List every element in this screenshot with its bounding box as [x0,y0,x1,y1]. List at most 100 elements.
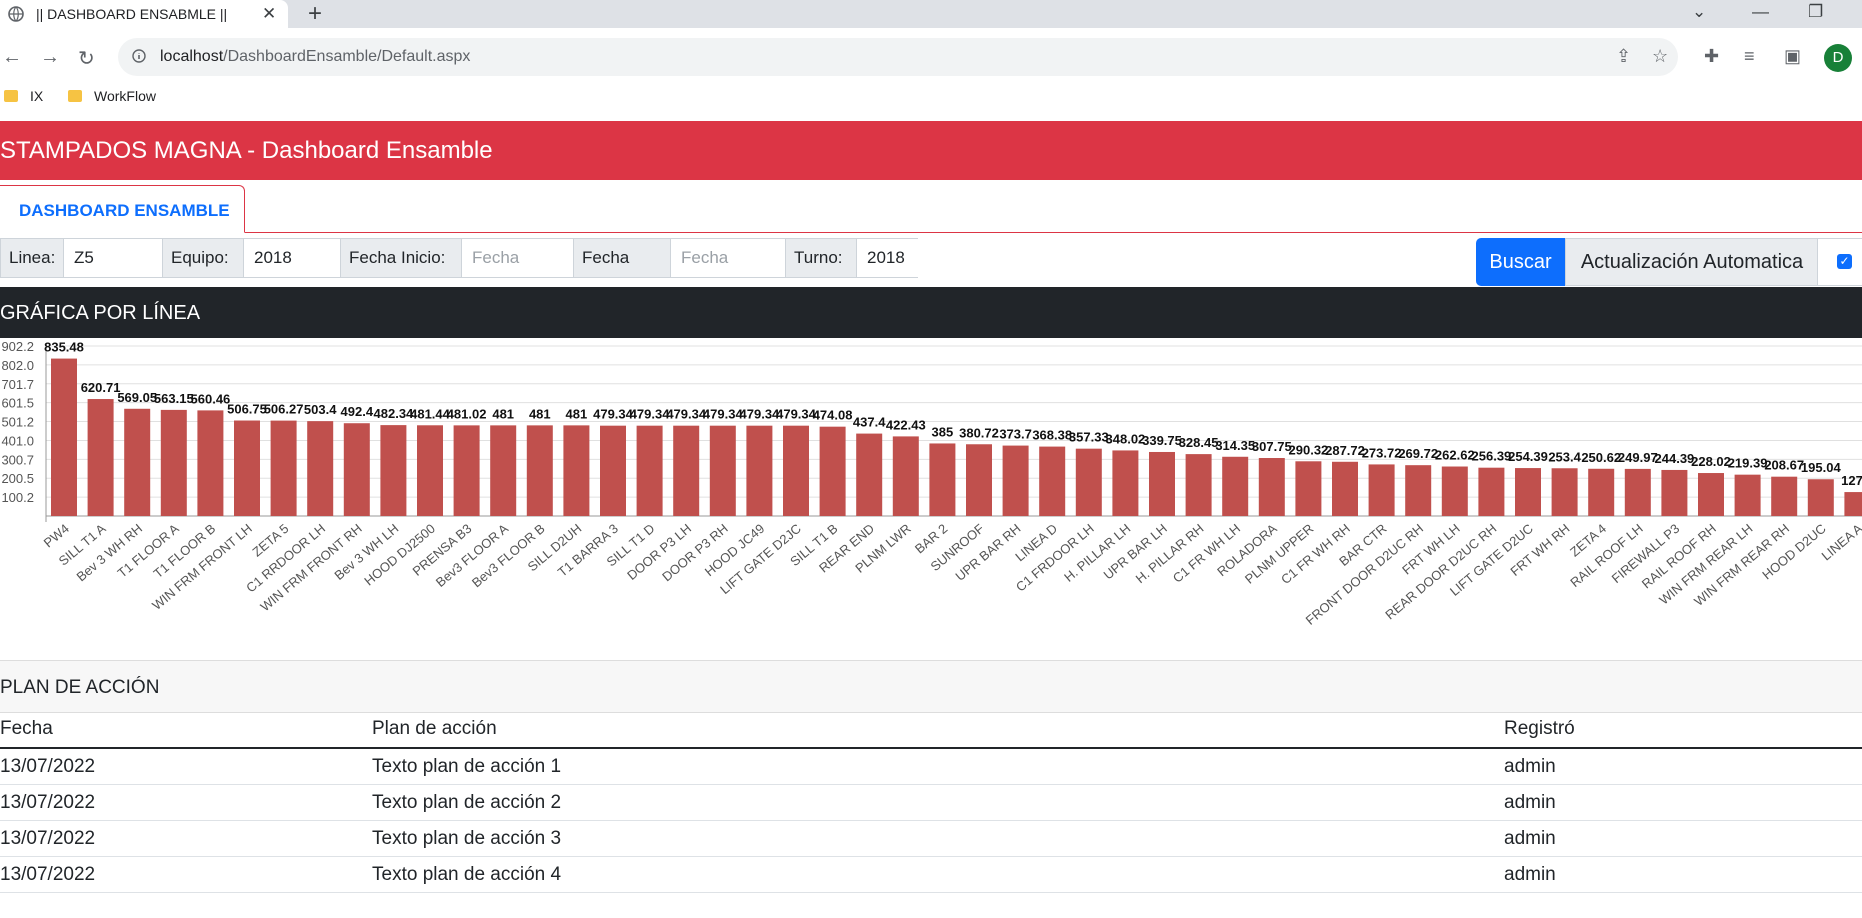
chart-bar [1698,473,1724,516]
data-label: 228.02 [1691,454,1731,469]
data-label: 506.75 [227,402,267,417]
y-tick-label: 701.7 [1,377,34,392]
chart-bar [1222,456,1249,516]
chart-bar [1661,469,1688,516]
chart-bar [1844,492,1862,516]
data-label: 481.44 [410,406,451,421]
chart-bar [1478,467,1505,516]
data-label: 482.34 [374,406,415,421]
chart-bar [270,420,297,516]
cell-registro: admin [1504,856,1862,893]
auto-update-toggle[interactable]: ✓ [1817,238,1862,286]
chart-bar [124,408,151,516]
data-label: 481.02 [447,406,487,421]
bookmark-ix[interactable]: IX [4,88,43,104]
fecha-fin-input[interactable]: Fecha [670,239,787,277]
extensions-icon[interactable]: ✚ [1704,46,1719,67]
bookmark-star-icon[interactable]: ☆ [1652,46,1668,67]
chart-bar [160,409,187,516]
y-tick-label: 802.0 [1,358,34,373]
chart-bar [673,425,700,516]
back-icon[interactable]: ← [2,46,22,69]
data-label: 256.39 [1472,449,1512,464]
table-row[interactable]: 13/07/2022 Texto plan de acción 2 admin [0,784,1862,821]
minimize-icon[interactable]: — [1752,2,1769,22]
fecha-inicio-input[interactable]: Fecha [461,239,575,277]
data-label: 253.4 [1548,449,1581,464]
bookmark-label: IX [30,88,44,104]
forward-icon[interactable]: → [40,46,60,69]
chart-bar [1149,451,1175,516]
avatar[interactable]: D [1824,44,1852,72]
address-bar[interactable]: localhost/DashboardEnsamble/Default.aspx… [118,38,1678,76]
chart-bar [490,425,517,516]
data-label: 307.75 [1252,439,1292,454]
data-label: 835.48 [44,340,84,355]
bookmark-workflow[interactable]: WorkFlow [68,88,156,104]
table-row[interactable]: 13/07/2022 Texto plan de acción 1 admin [0,748,1862,785]
linea-input[interactable]: Z5 [63,239,163,277]
new-tab-icon[interactable]: + [308,0,322,28]
nav-tabs: DASHBOARD ENSAMBLE [0,180,1862,233]
chart-bar [417,425,443,516]
tab-search-icon[interactable]: ⌄ [1692,2,1706,22]
table-row[interactable]: 13/07/2022 Texto plan de acción 4 admin [0,856,1862,893]
chart-bar [380,425,407,516]
chart-bar [1441,466,1468,516]
close-tab-icon[interactable]: ✕ [262,4,276,24]
chart-bar [87,399,114,516]
chart-bar [1551,468,1578,516]
data-label: 249.97 [1618,450,1658,465]
browser-tab[interactable]: || DASHBOARD ENSABMLE || ✕ [0,0,288,28]
cell-fecha: 13/07/2022 [0,748,372,785]
data-label: 339.75 [1142,433,1182,448]
data-label: 250.62 [1581,450,1621,465]
chart-bar [783,425,809,516]
restore-icon[interactable]: ❐ [1808,2,1823,22]
equipo-input[interactable]: 2018 [243,239,342,277]
data-label: 506.27 [264,402,304,417]
turno-input[interactable]: 2018 [856,239,918,277]
page-title: STAMPADOS MAGNA - Dashboard Ensamble [0,137,493,164]
folder-icon [68,90,82,102]
media-icon[interactable]: ≡ [1744,46,1755,67]
chart-bar [1807,479,1834,516]
chart-bar [1039,446,1066,516]
checkbox-checked-icon[interactable]: ✓ [1837,254,1852,269]
reload-icon[interactable]: ↻ [78,46,95,71]
data-label: 422.43 [886,417,926,432]
data-label: 195.04 [1801,460,1842,475]
table-row[interactable]: 13/07/2022 Texto plan de acción 3 admin [0,820,1862,857]
browser-tabstrip: || DASHBOARD ENSABMLE || ✕ + ⌄ — ❐ [0,0,1862,28]
linea-label: Linea: [1,239,63,277]
chart-bar [892,436,919,516]
y-tick-label: 601.5 [1,396,34,411]
chart-bar [966,444,992,516]
y-tick-label: 300.7 [1,452,34,467]
y-tick-label: 401.0 [1,433,34,448]
data-label: 620.71 [81,380,121,395]
data-label: 503.4 [304,402,337,417]
tab-dashboard-ensamble[interactable]: DASHBOARD ENSAMBLE [0,185,245,233]
fecha-inicio-group: Fecha Inicio: Fecha [340,238,575,278]
chart-bar [709,425,736,516]
chart-bar [197,410,224,516]
bookmarks-bar: IX WorkFlow [0,88,1862,110]
info-icon[interactable] [132,49,146,63]
page-header: STAMPADOS MAGNA - Dashboard Ensamble [0,121,1862,180]
cell-plan: Texto plan de acción 3 [372,820,1504,857]
cell-fecha: 13/07/2022 [0,820,372,857]
chart-section-title: GRÁFICA POR LÍNEA [0,302,201,324]
data-label: 348.02 [1106,431,1146,446]
x-tick-label: PW4 [41,521,72,551]
equipo-label: Equipo: [163,239,243,277]
search-button[interactable]: Buscar [1476,238,1565,286]
chart-bar [234,420,260,516]
data-label: 563.15 [154,391,194,406]
side-panel-icon[interactable]: ▣ [1784,46,1801,67]
chart-bar [1112,450,1139,516]
cell-plan: Texto plan de acción 1 [372,748,1504,785]
share-icon[interactable]: ⇪ [1616,46,1631,67]
data-label: 373.7 [999,427,1032,442]
chart-bar [856,433,883,516]
